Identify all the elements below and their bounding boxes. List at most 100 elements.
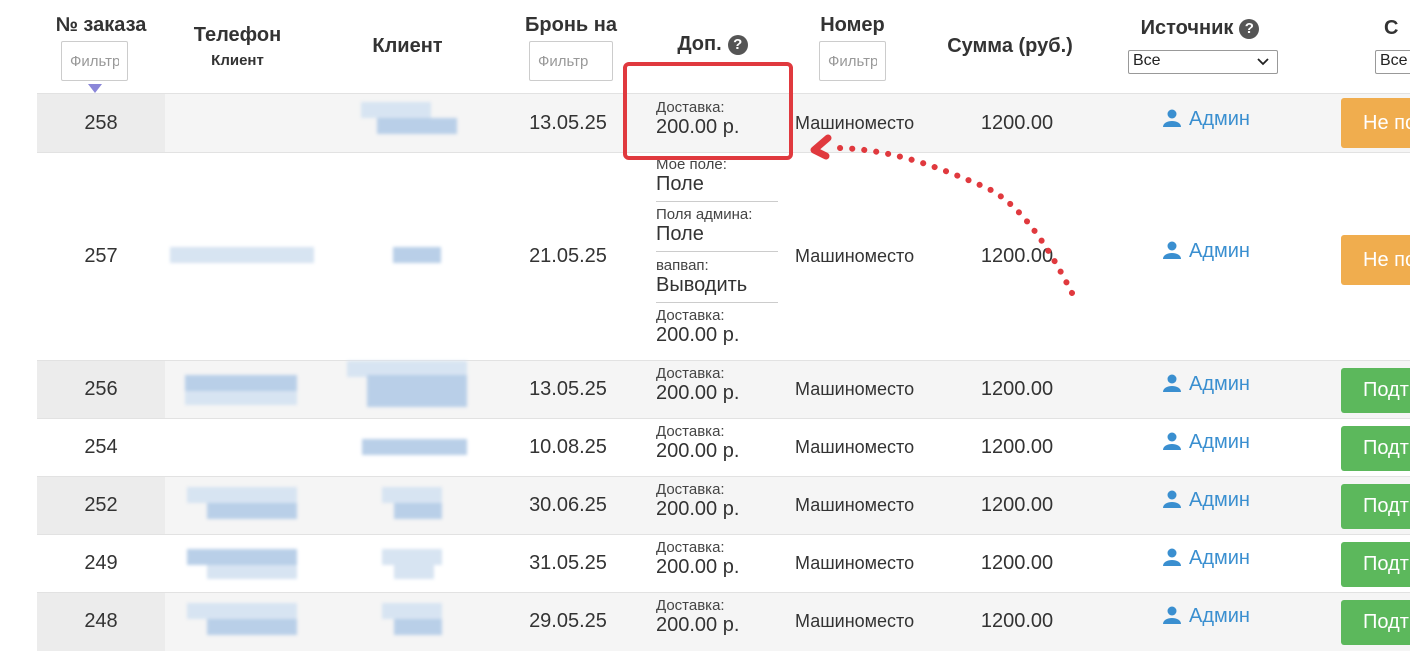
question-circle-icon[interactable]: ?	[1239, 18, 1260, 39]
table-row[interactable]: 249 31.05.25 Доставка: 200.00 р. Машином…	[37, 534, 1410, 593]
header-status[interactable]: С	[1384, 17, 1410, 40]
source-link[interactable]: Админ	[1163, 108, 1250, 131]
order-filter-input[interactable]	[61, 41, 128, 81]
extra-value: Выводить	[656, 274, 748, 296]
dotted-arrow-icon	[810, 134, 1075, 296]
order-number[interactable]: 252	[37, 494, 165, 517]
source-label: Админ	[1189, 605, 1250, 627]
user-icon	[1163, 374, 1181, 392]
booking-date: 13.05.25	[529, 112, 607, 134]
source-link[interactable]: Админ	[1163, 240, 1250, 263]
extra-label: вапвап:	[656, 257, 709, 274]
question-circle-icon[interactable]: ?	[727, 34, 748, 55]
extra-value: Поле	[656, 223, 704, 245]
header-order-no[interactable]: № заказа	[37, 14, 165, 37]
room-number: Машиноместо	[795, 495, 915, 515]
status-button[interactable]: Подтверждён	[1341, 484, 1410, 529]
extra-label: Доставка:	[656, 481, 725, 498]
order-number[interactable]: 248	[37, 610, 165, 633]
header-sum[interactable]: Сумма (руб.)	[935, 35, 1085, 58]
status-select-value: Все	[1380, 52, 1408, 69]
header-number[interactable]: Номер	[805, 14, 900, 37]
extra-item: Доставка: 200.00 р.	[656, 597, 739, 637]
chevron-down-icon	[1257, 58, 1269, 66]
order-sum: 1200.00	[980, 436, 1054, 458]
room-number: Машиноместо	[795, 379, 915, 399]
user-icon	[1163, 432, 1181, 450]
extra-value: 200.00 р.	[656, 440, 740, 462]
status-select[interactable]: Все	[1375, 50, 1410, 74]
room-number: Машиноместо	[795, 437, 915, 457]
extra-divider	[656, 201, 778, 202]
extra-item: Поля админа: Поле	[656, 206, 752, 246]
header-source[interactable]: Источник?	[1120, 17, 1280, 40]
source-label: Админ	[1189, 489, 1250, 511]
source-select[interactable]: Все	[1128, 50, 1278, 74]
header-extra[interactable]: Доп.?	[655, 33, 770, 56]
header-client[interactable]: Клиент	[350, 35, 465, 58]
user-icon	[1163, 241, 1181, 259]
source-label: Админ	[1189, 373, 1250, 395]
header-source-label: Источник	[1140, 17, 1234, 39]
order-sum: 1200.00	[980, 610, 1054, 632]
user-icon	[1163, 109, 1181, 127]
source-link[interactable]: Админ	[1163, 547, 1250, 570]
date-filter-input[interactable]	[529, 41, 613, 81]
room-number: Машиноместо	[795, 553, 915, 573]
table-row[interactable]: 256 13.05.25 Доставка: 200.00 р. Машином…	[37, 360, 1410, 419]
source-link[interactable]: Админ	[1163, 489, 1250, 512]
extra-value: 200.00 р.	[656, 556, 740, 578]
extra-divider	[656, 251, 778, 252]
header-booking-for[interactable]: Бронь на	[511, 14, 631, 37]
booking-date: 10.08.25	[529, 436, 607, 458]
order-number[interactable]: 257	[37, 245, 165, 268]
order-number[interactable]: 256	[37, 378, 165, 401]
source-label: Админ	[1189, 547, 1250, 569]
source-link[interactable]: Админ	[1163, 431, 1250, 454]
order-number[interactable]: 258	[37, 112, 165, 135]
user-icon	[1163, 606, 1181, 624]
room-number: Машиноместо	[795, 611, 915, 631]
table-row[interactable]: 252 30.06.25 Доставка: 200.00 р. Машином…	[37, 476, 1410, 535]
order-sum: 1200.00	[980, 552, 1054, 574]
extra-item: Доставка: 200.00 р.	[656, 539, 739, 579]
order-number[interactable]: 249	[37, 552, 165, 575]
extra-value: 200.00 р.	[656, 324, 740, 346]
user-icon	[1163, 490, 1181, 508]
source-label: Админ	[1189, 108, 1250, 130]
extra-divider	[656, 302, 778, 303]
extra-item: Доставка: 200.00 р.	[656, 307, 739, 347]
extra-item: вапвап: Выводить	[656, 257, 747, 297]
extra-item: Доставка: 200.00 р.	[656, 365, 739, 405]
table-row[interactable]: 248 29.05.25 Доставка: 200.00 р. Машином…	[37, 592, 1410, 651]
status-button[interactable]: Не подтверждён	[1341, 98, 1410, 148]
header-extra-label: Доп.	[677, 33, 722, 55]
booking-date: 30.06.25	[529, 494, 607, 516]
status-button[interactable]: Не подтверждён	[1341, 235, 1410, 285]
booking-date: 29.05.25	[529, 610, 607, 632]
status-button[interactable]: Подтверждён	[1341, 542, 1410, 587]
booking-date: 31.05.25	[529, 552, 607, 574]
header-phone-sub: Клиент	[211, 52, 264, 69]
source-link[interactable]: Админ	[1163, 605, 1250, 628]
number-filter-input[interactable]	[819, 41, 886, 81]
extra-value: 200.00 р.	[656, 498, 740, 520]
extra-value: 200.00 р.	[656, 614, 740, 636]
table-row[interactable]: 254 10.08.25 Доставка: 200.00 р. Машином…	[37, 418, 1410, 477]
status-button[interactable]: Подтверждён	[1341, 368, 1410, 413]
booking-date: 13.05.25	[529, 378, 607, 400]
status-button[interactable]: Подтверждён	[1341, 426, 1410, 471]
highlight-box	[623, 62, 793, 160]
table-row[interactable]: 257 21.05.25 Мое поле: Поле Поля админа:…	[37, 152, 1410, 361]
source-link[interactable]: Админ	[1163, 373, 1250, 396]
extra-label: Поля админа:	[656, 206, 753, 223]
status-button[interactable]: Подтверждён	[1341, 600, 1410, 645]
header-phone[interactable]: Телефон	[170, 24, 305, 47]
source-select-value: Все	[1133, 52, 1161, 69]
extra-item: Доставка: 200.00 р.	[656, 481, 739, 521]
extra-item: Доставка: 200.00 р.	[656, 423, 739, 463]
order-number[interactable]: 254	[37, 436, 165, 459]
extra-label: Доставка:	[656, 307, 725, 324]
extra-label: Доставка:	[656, 365, 725, 382]
extra-value: 200.00 р.	[656, 382, 740, 404]
